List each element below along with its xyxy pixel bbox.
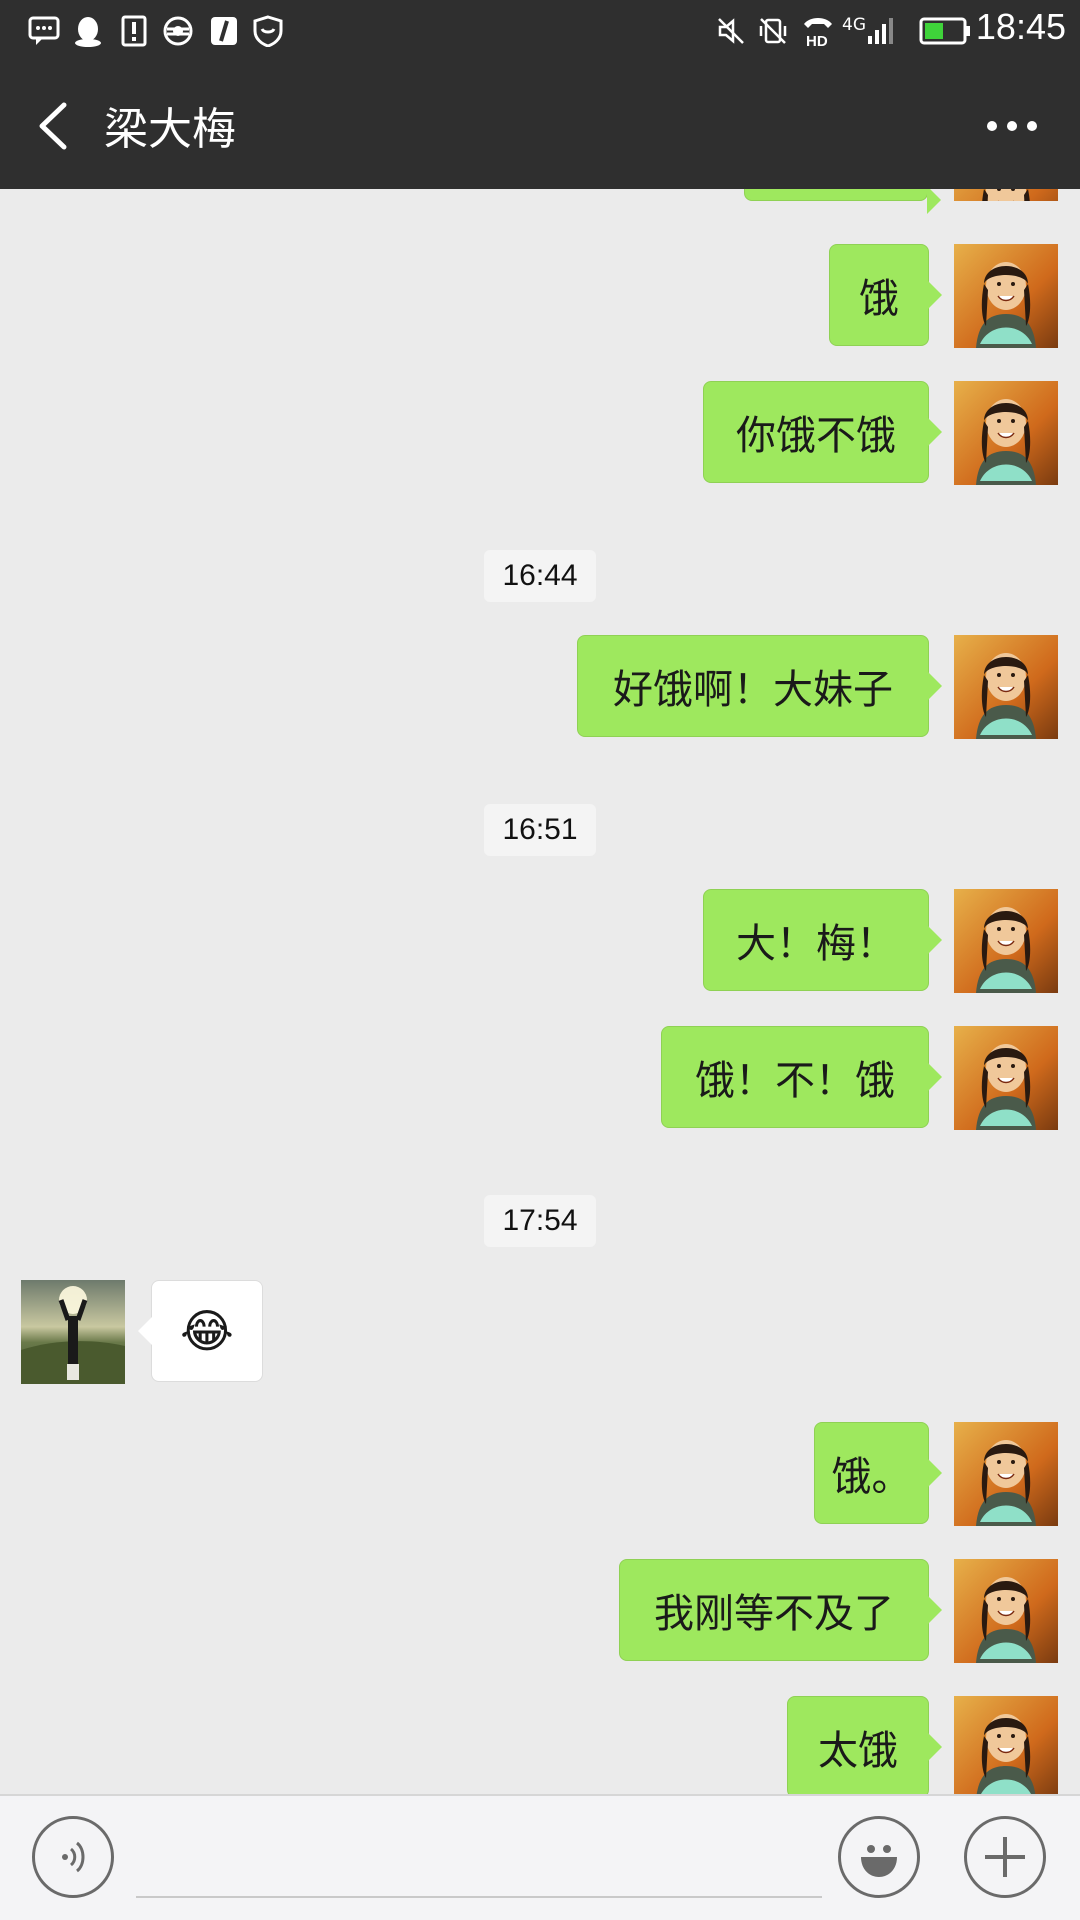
timestamp: 16:44 <box>484 550 596 602</box>
shield-icon <box>250 13 286 49</box>
voice-button[interactable] <box>32 1816 114 1898</box>
emoji-laugh-icon: 😂 <box>180 1304 234 1358</box>
self-avatar[interactable] <box>954 189 1058 201</box>
message-bubble[interactable]: 饿。 <box>814 1422 942 1524</box>
message-text: 你饿不饿 <box>736 413 896 459</box>
timestamp: 17:54 <box>484 1195 596 1247</box>
clock: 18:45 <box>975 6 1066 47</box>
self-avatar[interactable] <box>954 381 1058 485</box>
message-bubble[interactable]: 饿 <box>829 244 942 346</box>
self-avatar[interactable] <box>954 1696 1058 1794</box>
back-button[interactable] <box>34 101 74 151</box>
hd-call-icon: HD <box>800 13 840 49</box>
contact-avatar[interactable] <box>21 1280 125 1384</box>
alert-icon <box>116 13 152 49</box>
back-chevron-icon <box>39 102 67 150</box>
network-type: 4G <box>842 15 866 35</box>
message-bubble[interactable]: 大！梅！ <box>703 889 942 991</box>
message-bubble[interactable]: 😂 <box>138 1280 263 1382</box>
music-icon <box>206 13 242 49</box>
emoji-button[interactable] <box>838 1816 920 1898</box>
more-button[interactable] <box>984 111 1040 141</box>
message-text: 饿 <box>859 276 899 322</box>
message-bubble-partial[interactable] <box>744 189 941 214</box>
message-icon <box>26 13 62 49</box>
message-input[interactable] <box>136 1818 822 1898</box>
timestamp: 16:51 <box>484 804 596 856</box>
message-bubble[interactable]: 太饿 <box>787 1696 942 1794</box>
qq-icon <box>70 13 106 49</box>
message-text: 我刚等不及了 <box>654 1591 894 1637</box>
voice-icon <box>62 1841 85 1873</box>
message-bubble[interactable]: 你饿不饿 <box>703 381 942 483</box>
self-avatar[interactable] <box>954 889 1058 993</box>
message-text: 饿。 <box>831 1454 912 1500</box>
message-list[interactable]: 饿 你饿不饿 16:44 好饿啊！大妹子 16:51 大！梅！ 饿！不！饿 17… <box>0 189 1080 1794</box>
plus-icon <box>985 1837 1025 1877</box>
svg-text:HD: HD <box>806 33 828 48</box>
input-bar <box>0 1794 1080 1920</box>
chat-header: 梁大梅 <box>0 63 1080 189</box>
self-avatar[interactable] <box>954 1026 1058 1130</box>
emoji-icon <box>861 1845 897 1877</box>
message-text: 好饿啊！大妹子 <box>613 667 893 713</box>
status-bar: HD 4G 18:45 <box>0 0 1080 63</box>
self-avatar[interactable] <box>954 1559 1058 1663</box>
page-title: 梁大梅 <box>104 104 236 155</box>
signal-icon: 4G <box>842 13 906 49</box>
message-bubble[interactable]: 饿！不！饿 <box>661 1026 942 1128</box>
self-avatar[interactable] <box>954 635 1058 739</box>
battery-icon <box>918 13 974 49</box>
message-bubble[interactable]: 我刚等不及了 <box>619 1559 942 1661</box>
message-text: 太饿 <box>818 1728 898 1774</box>
message-text: 饿！不！饿 <box>695 1058 895 1104</box>
self-avatar[interactable] <box>954 244 1058 348</box>
more-dots-icon <box>987 121 1037 131</box>
self-avatar[interactable] <box>954 1422 1058 1526</box>
mute-icon <box>714 13 748 49</box>
message-bubble[interactable]: 好饿啊！大妹子 <box>577 635 942 737</box>
browser-icon <box>160 13 196 49</box>
plus-button[interactable] <box>964 1816 1046 1898</box>
message-text: 大！梅！ <box>736 921 896 967</box>
vibrate-off-icon <box>756 13 790 49</box>
